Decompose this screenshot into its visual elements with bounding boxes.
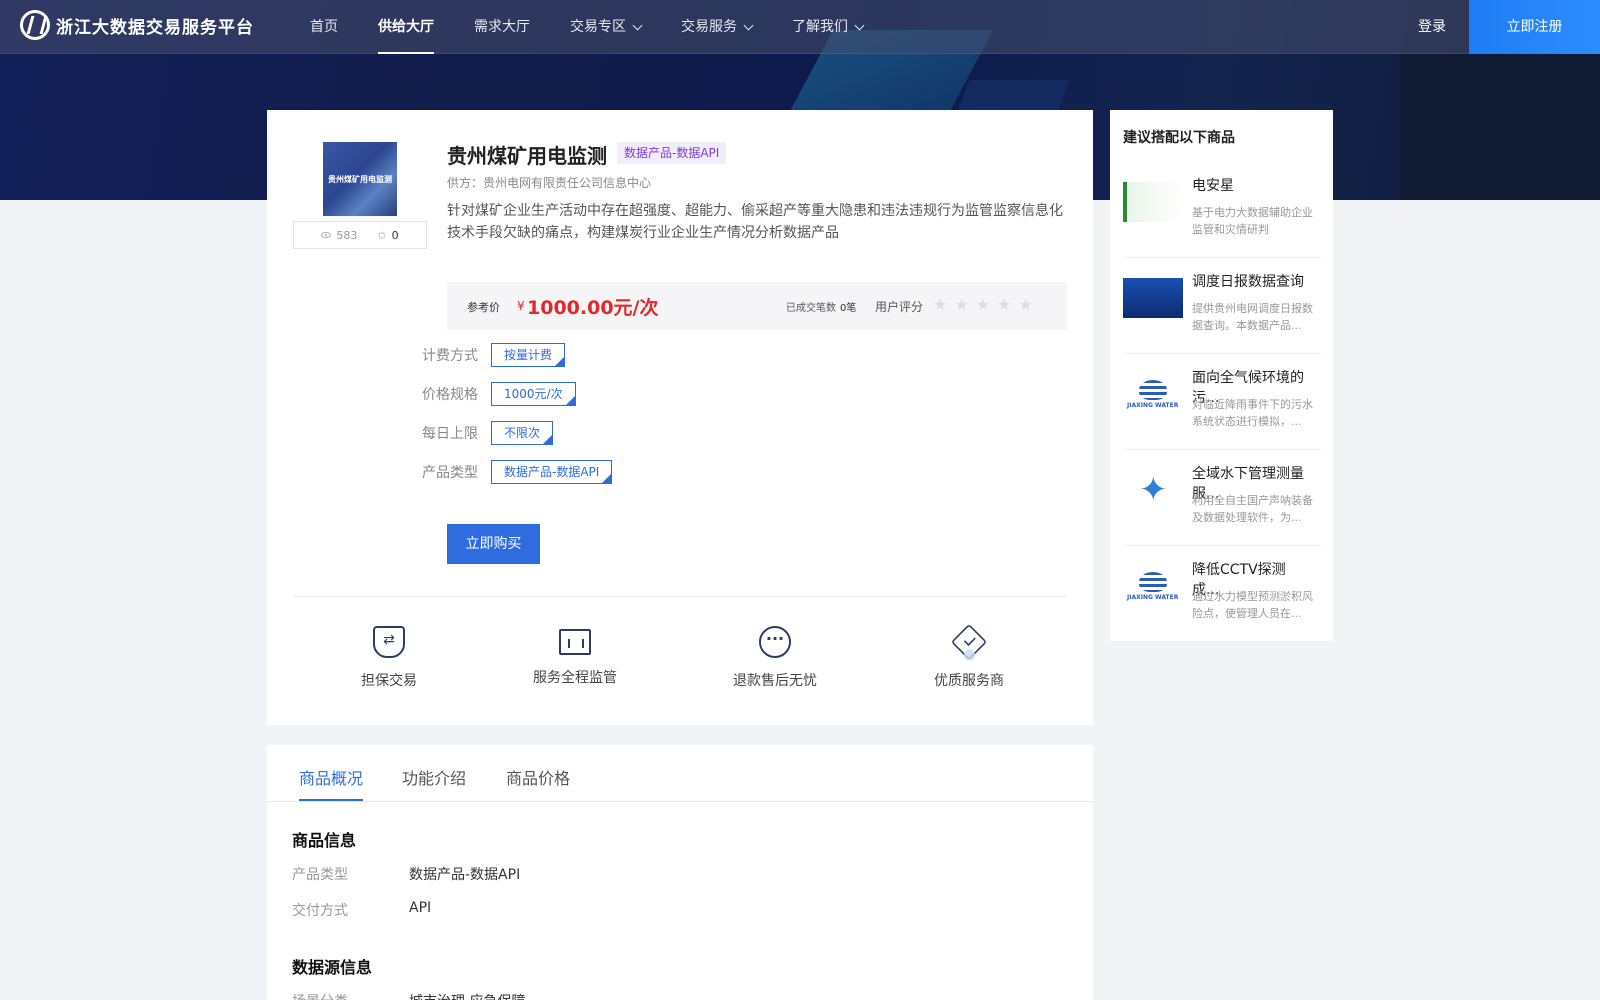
recommend-thumbnail <box>1123 278 1183 318</box>
main-nav: 首页 供给大厅 需求大厅 交易专区 交易服务 了解我们 <box>310 0 903 54</box>
eye-icon <box>321 232 332 238</box>
divider <box>293 596 1067 597</box>
recommend-desc: 提供贵州电网调度日报数据查询。本数据产品... <box>1192 302 1313 332</box>
recommend-desc: 利用全自主国产声呐装备及数据处理软件，为... <box>1192 494 1313 524</box>
diamond-check-icon <box>950 623 988 661</box>
price-value: 1000.00元/次 <box>527 297 659 319</box>
currency-symbol: ¥ <box>517 299 525 313</box>
feature-guarantee: 担保交易 <box>329 626 449 690</box>
supplier-name[interactable]: 供方：贵州电网有限责任公司信息中心 <box>447 174 651 191</box>
chevron-down-icon <box>854 20 865 30</box>
daily-limit-option[interactable]: 不限次 <box>491 421 554 445</box>
recommend-desc: 对临近降雨事件下的污水系统状态进行模拟，... <box>1192 398 1313 428</box>
top-navigation-bar: 浙江大数据交易服务平台 首页 供给大厅 需求大厅 交易专区 交易服务 了解我们 … <box>0 0 1600 54</box>
details-tab-bar: 商品概况 功能介绍 商品价格 <box>267 745 1093 802</box>
product-description: 针对煤矿企业生产活动中存在超强度、超能力、偷采超产等重大隐患和违法违规行为监管监… <box>447 203 1063 241</box>
favorite-count[interactable]: ✩ 0 <box>377 229 398 242</box>
feature-quality-provider: 优质服务商 <box>909 623 1029 690</box>
info-key: 产品类型 <box>292 867 348 883</box>
billing-method-label: 计费方式 <box>422 348 478 364</box>
price-spec-label: 价格规格 <box>422 387 478 403</box>
recommended-products: 建议搭配以下商品 电安星 基于电力大数据辅助企业监管和灾情研判 调度日报数据查询… <box>1110 110 1333 641</box>
nav-trading-service[interactable]: 交易服务 <box>681 0 754 54</box>
product-stats: 583 ✩ 0 <box>293 221 427 249</box>
price-label: 参考价 <box>467 301 500 314</box>
star-outline-icon: ✩ <box>377 228 387 242</box>
product-title: 贵州煤矿用电监测 <box>447 144 607 168</box>
nav-demand-hall[interactable]: 需求大厅 <box>474 0 530 54</box>
product-details: 商品概况 功能介绍 商品价格 商品信息 产品类型 数据产品-数据API 交付方式… <box>267 745 1093 1000</box>
tab-overview[interactable]: 商品概况 <box>299 765 364 801</box>
price-panel: 参考价 ¥ 1000.00元/次 已成交笔数 0笔 用户评分 ★★★★★ <box>447 282 1067 330</box>
rating-label: 用户评分 <box>875 300 924 314</box>
recommend-thumbnail <box>1123 374 1183 414</box>
recommend-thumbnail <box>1123 566 1183 606</box>
price-spec-option[interactable]: 1000元/次 <box>491 382 576 406</box>
product-type-option[interactable]: 数据产品-数据API <box>491 460 613 484</box>
login-link[interactable]: 登录 <box>1418 0 1446 54</box>
view-count: 583 <box>321 229 357 242</box>
rating-stars-icon: ★★★★★ <box>933 295 1040 314</box>
banner-decoration <box>1400 54 1600 200</box>
buy-now-button[interactable]: 立即购买 <box>447 524 540 564</box>
recommend-desc: 通过水力模型预测淤积风险点，使管理人员在... <box>1192 590 1313 620</box>
chevron-down-icon <box>743 20 754 30</box>
billing-method-option[interactable]: 按量计费 <box>491 343 566 367</box>
thumbnail-caption: 贵州煤矿用电监测 <box>328 175 392 184</box>
deals-value: 0笔 <box>840 303 857 314</box>
info-key: 场景分类 <box>292 991 348 1000</box>
info-key: 交付方式 <box>292 903 348 919</box>
recommend-item[interactable]: 电安星 基于电力大数据辅助企业监管和灾情研判 <box>1123 162 1321 258</box>
recommend-thumbnail <box>1123 182 1183 222</box>
section-title-product-info: 商品信息 <box>292 831 357 850</box>
section-title-data-source: 数据源信息 <box>292 958 373 977</box>
register-button[interactable]: 立即注册 <box>1469 0 1600 54</box>
tab-pricing[interactable]: 商品价格 <box>506 765 570 789</box>
sidebar-title: 建议搭配以下商品 <box>1123 130 1235 146</box>
product-type-tag: 数据产品-数据API <box>617 142 727 164</box>
recommend-item[interactable]: 降低CCTV探测成... 通过水力模型预测淤积风险点，使管理人员在... <box>1123 546 1321 641</box>
deals-label: 已成交笔数 <box>786 303 836 314</box>
product-card: 贵州煤矿用电监测 583 ✩ 0 贵州煤矿用电监测 数据产品-数据API 供方：贵… <box>267 110 1093 725</box>
product-thumbnail[interactable]: 贵州煤矿用电监测 <box>323 142 397 216</box>
recommend-item[interactable]: 面向全气候环境的污... 对临近降雨事件下的污水系统状态进行模拟，... <box>1123 354 1321 450</box>
recommend-thumbnail <box>1123 470 1183 510</box>
info-value: 数据产品-数据API <box>409 867 521 883</box>
feature-refund: 退款售后无忧 <box>715 626 835 690</box>
chevron-down-icon <box>632 20 643 30</box>
info-value: 城市治理,应急保障 <box>409 991 525 1000</box>
nav-home[interactable]: 首页 <box>310 0 338 54</box>
recommend-desc: 基于电力大数据辅助企业监管和灾情研判 <box>1192 206 1313 236</box>
tab-features[interactable]: 功能介绍 <box>402 765 466 789</box>
recommend-item[interactable]: 调度日报数据查询 提供贵州电网调度日报数据查询。本数据产品... <box>1123 258 1321 354</box>
logo-text: 浙江大数据交易服务平台 <box>56 17 254 38</box>
site-logo[interactable]: 浙江大数据交易服务平台 <box>20 10 254 40</box>
logo-icon <box>20 10 50 40</box>
recommend-name: 电安星 <box>1192 178 1234 194</box>
chat-bubble-icon <box>759 626 794 660</box>
nav-trading-zone[interactable]: 交易专区 <box>570 0 643 54</box>
nav-about-us[interactable]: 了解我们 <box>792 0 865 54</box>
recommend-name: 调度日报数据查询 <box>1192 274 1304 290</box>
feature-supervision: 服务全程监管 <box>515 626 635 687</box>
recommend-item[interactable]: 全域水下管理测量服... 利用全自主国产声呐装备及数据处理软件，为... <box>1123 450 1321 546</box>
daily-limit-label: 每日上限 <box>422 426 478 442</box>
nav-supply-hall[interactable]: 供给大厅 <box>378 0 434 54</box>
product-type-label: 产品类型 <box>422 465 478 481</box>
info-value: API <box>409 900 432 916</box>
monitor-chart-icon <box>559 629 594 657</box>
shield-exchange-icon <box>373 626 408 660</box>
